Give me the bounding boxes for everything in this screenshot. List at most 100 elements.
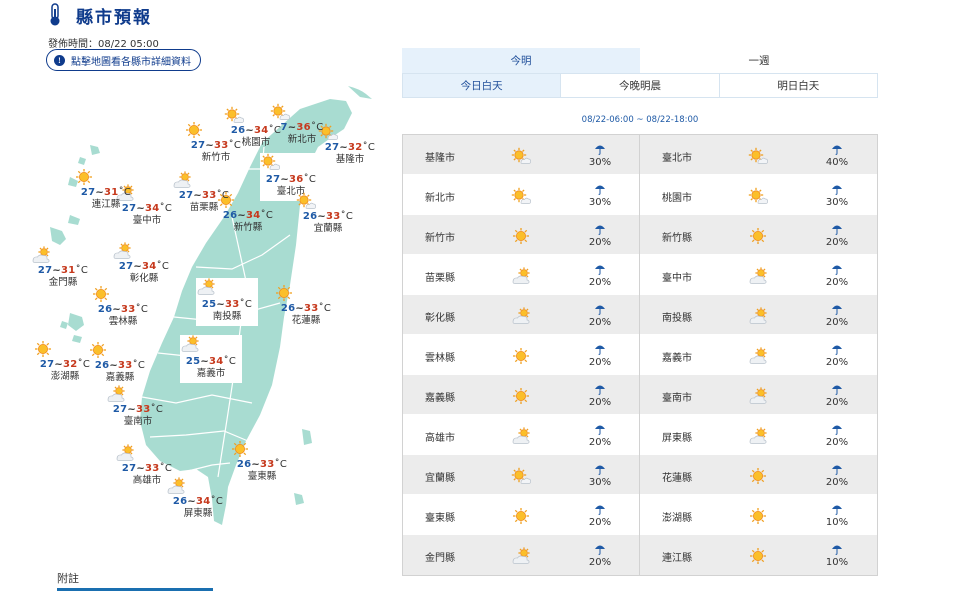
map-city[interactable]: 27~34˚C 彰化縣 [112, 242, 176, 285]
forecast-cell[interactable]: 嘉義縣 20% [403, 375, 640, 415]
high-temp: 32 [63, 359, 78, 370]
map-city[interactable]: 26~33˚C 嘉義縣 [88, 341, 152, 384]
high-temp: 33 [121, 304, 136, 315]
sun-icon [748, 507, 768, 525]
forecast-cell[interactable]: 桃園市 30% [640, 175, 877, 215]
high-temp: 31 [61, 265, 76, 276]
forecast-cell[interactable]: 基隆市 30% [403, 135, 640, 175]
footnote-label[interactable]: 附註 [57, 570, 79, 586]
sun-icon [748, 467, 768, 485]
sun-icon [218, 191, 258, 209]
range-sep: ~ [112, 304, 122, 315]
umbrella-icon [594, 340, 606, 355]
tab-today-tomorrow[interactable]: 今明 [402, 48, 640, 73]
rain-probability: 20% [825, 277, 849, 288]
forecast-cell[interactable]: 高雄市 20% [403, 415, 640, 455]
low-temp: 27 [190, 140, 206, 151]
cloud-sun-icon [511, 547, 531, 565]
high-temp: 33 [326, 211, 341, 222]
map-city[interactable]: 27~31˚C 連江縣 [74, 168, 138, 211]
map-city[interactable]: 27~33˚C 新竹市 [184, 121, 248, 164]
high-temp: 33 [225, 299, 240, 310]
rain-probability: 20% [588, 557, 612, 568]
forecast-cell[interactable]: 金門縣 20% [403, 535, 640, 575]
range-sep: ~ [237, 210, 247, 221]
forecast-cell[interactable]: 新竹市 20% [403, 215, 640, 255]
city-name: 基隆市 [425, 153, 455, 164]
temp-unit: ˚C [228, 140, 242, 151]
umbrella-icon [831, 260, 843, 275]
forecast-cell[interactable]: 屏東縣 20% [640, 415, 877, 455]
forecast-cell[interactable]: 苗栗縣 20% [403, 255, 640, 295]
city-name: 嘉義市 [662, 353, 692, 364]
city-name: 嘉義縣 [425, 393, 455, 404]
map-city[interactable]: 26~34˚C 屏東縣 [166, 477, 230, 520]
table-row: 臺東縣 20% 澎湖縣 10% [403, 495, 877, 535]
map-city[interactable]: 26~33˚C 花蓮縣 [274, 284, 338, 327]
city-name: 臺南市 [662, 393, 692, 404]
forecast-cell[interactable]: 新竹縣 20% [640, 215, 877, 255]
forecast-cell[interactable]: 宜蘭縣 30% [403, 455, 640, 495]
range-sep: ~ [295, 303, 305, 314]
city-name: 臺中市 [132, 215, 162, 226]
city-name: 臺中市 [662, 273, 692, 284]
forecast-cell[interactable]: 花蓮縣 20% [640, 455, 877, 495]
sun-icon [511, 347, 531, 365]
rain-probability: 30% [588, 197, 612, 208]
forecast-cell[interactable]: 澎湖縣 10% [640, 495, 877, 535]
rain-probability: 10% [825, 557, 849, 568]
subtab-tonight[interactable]: 今晚明晨 [561, 74, 720, 97]
table-row: 苗栗縣 20% 臺中市 20% [403, 255, 877, 295]
map-hint-button[interactable]: ! 點擊地圖看各縣市詳細資料 [46, 49, 201, 71]
forecast-period: 08/22-06:00 ~ 08/22-18:00 [581, 115, 699, 125]
subtab-tomorrow-day[interactable]: 明日白天 [720, 74, 877, 97]
sun-cloud-icon [511, 147, 531, 165]
sun-cloud-icon [748, 147, 768, 165]
high-temp: 36 [289, 174, 304, 185]
map-city[interactable]: 25~34˚C 嘉義市 [180, 335, 242, 383]
subtab-today-day[interactable]: 今日白天 [403, 74, 562, 97]
temp-unit: ˚C [77, 359, 91, 370]
temp-unit: ˚C [159, 203, 173, 214]
map-city[interactable]: 27~33˚C 苗栗縣 [172, 171, 236, 214]
taiwan-map[interactable]: 27~32˚C 基隆市 27~36˚C 臺北市 7~36˚C 新北市 26~34˚C 桃園市 2… [0, 85, 400, 555]
temp-unit: ˚C [159, 463, 173, 474]
umbrella-icon [594, 380, 606, 395]
umbrella-icon [594, 140, 606, 155]
table-row: 彰化縣 20% 南投縣 20% [403, 295, 877, 335]
forecast-cell[interactable]: 臺南市 20% [640, 375, 877, 415]
forecast-cell[interactable]: 雲林縣 20% [403, 335, 640, 375]
forecast-cell[interactable]: 臺中市 20% [640, 255, 877, 295]
map-city[interactable]: 27~32˚C 澎湖縣 [33, 340, 97, 383]
range-sep: ~ [200, 356, 210, 367]
rain-probability: 20% [588, 237, 612, 248]
page-title: 縣市預報 [76, 7, 152, 28]
rain-probability: 20% [588, 397, 612, 408]
forecast-cell[interactable]: 南投縣 20% [640, 295, 877, 335]
sun-icon [186, 121, 226, 139]
forecast-cell[interactable]: 臺北市 40% [640, 135, 877, 175]
forecast-cell[interactable]: 嘉義市 20% [640, 335, 877, 375]
cloud-sun-icon [32, 246, 73, 264]
forecast-cell[interactable]: 連江縣 10% [640, 535, 877, 575]
map-city[interactable]: 26~33˚C 雲林縣 [91, 285, 155, 328]
map-city[interactable]: 27~33˚C 臺南市 [106, 385, 170, 428]
forecast-cell[interactable]: 彰化縣 20% [403, 295, 640, 335]
map-city[interactable]: 27~31˚C 金門縣 [31, 246, 95, 289]
sun-cloud-icon [270, 103, 312, 121]
high-temp: 34 [196, 496, 211, 507]
city-name: 澎湖縣 [662, 513, 692, 524]
map-city[interactable]: 26~33˚C 宜蘭縣 [296, 192, 360, 235]
umbrella-icon [831, 540, 843, 555]
cloud-sun-icon [748, 267, 768, 285]
map-city[interactable]: 25~33˚C 南投縣 [196, 278, 258, 326]
map-city[interactable]: 26~33˚C 臺東縣 [230, 440, 294, 483]
sun-icon [76, 168, 116, 186]
umbrella-icon [831, 300, 843, 315]
forecast-cell[interactable]: 新北市 30% [403, 175, 640, 215]
umbrella-icon [594, 540, 606, 555]
high-temp: 33 [118, 360, 133, 371]
forecast-cell[interactable]: 臺東縣 20% [403, 495, 640, 535]
low-temp: 26 [236, 459, 252, 470]
tab-week[interactable]: 一週 [640, 48, 878, 73]
